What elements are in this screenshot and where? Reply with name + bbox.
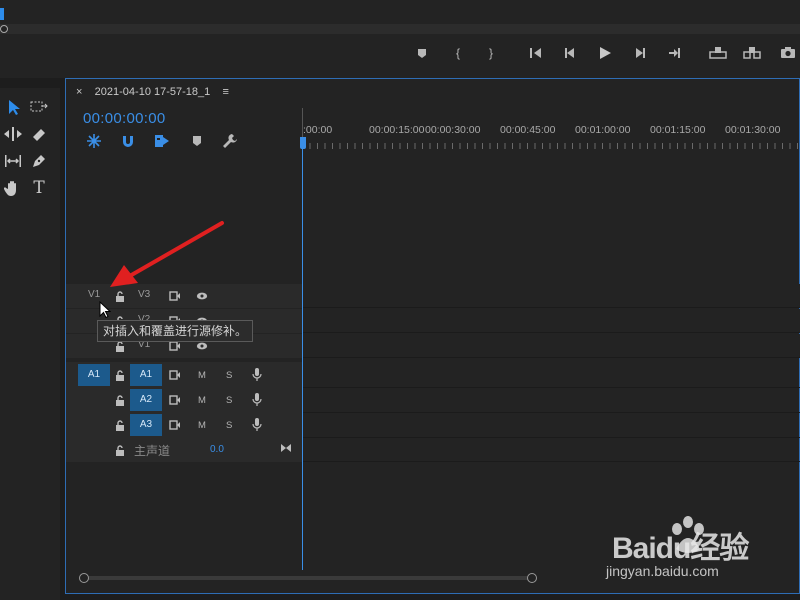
- solo-button[interactable]: S: [226, 395, 232, 406]
- track-target-a1[interactable]: A1: [130, 364, 162, 386]
- hand-tool-icon[interactable]: [2, 177, 24, 199]
- scroll-start-knob[interactable]: [79, 573, 89, 583]
- source-patch-v1[interactable]: V1: [88, 289, 100, 300]
- watermark-brand: Baidu经验: [612, 532, 749, 565]
- master-track-label: 主声道: [134, 444, 171, 458]
- export-frame-icon[interactable]: [780, 44, 796, 62]
- ruler-label: 00:01:15:00: [650, 124, 706, 136]
- track-header: A2 M S: [66, 388, 302, 413]
- playhead-timecode[interactable]: 00:00:00:00: [83, 110, 166, 127]
- annotation-arrow-icon: [110, 221, 224, 287]
- go-to-end-icon[interactable]: [280, 442, 292, 454]
- type-tool-icon[interactable]: T: [28, 177, 50, 199]
- track-header: [66, 438, 302, 462]
- mouse-cursor-icon: [99, 301, 111, 319]
- lock-icon[interactable]: [114, 419, 126, 431]
- selection-tool-icon[interactable]: [2, 96, 24, 118]
- tab-menu-icon[interactable]: ≡: [223, 86, 229, 98]
- track-target-a3[interactable]: A3: [130, 414, 162, 436]
- track-row-a3: A3 M S: [66, 413, 800, 438]
- play-icon[interactable]: [597, 44, 613, 62]
- pen-tool-icon[interactable]: [28, 150, 50, 172]
- track-header: A3 M S: [66, 413, 302, 438]
- linked-selection-icon[interactable]: [153, 133, 171, 149]
- monitor-scrub-knob[interactable]: [0, 25, 8, 33]
- razor-tool-icon[interactable]: [28, 123, 50, 145]
- lift-icon[interactable]: [708, 44, 728, 62]
- ruler-label: 00:00:30:00: [425, 124, 481, 136]
- mute-button[interactable]: M: [198, 370, 206, 381]
- ruler-label: :00:00: [303, 124, 333, 136]
- track-row-a2: A2 M S: [66, 388, 800, 413]
- slip-tool-icon[interactable]: [2, 150, 24, 172]
- lock-icon[interactable]: [114, 444, 126, 456]
- playhead-line[interactable]: [302, 140, 303, 570]
- ruler-label: 00:00:15:00: [369, 124, 425, 136]
- microphone-icon[interactable]: [251, 418, 263, 431]
- sync-lock-icon[interactable]: [169, 419, 181, 431]
- step-forward-icon[interactable]: [632, 44, 648, 62]
- playhead-handle[interactable]: [300, 137, 306, 149]
- monitor-playhead[interactable]: [0, 8, 4, 20]
- track-select-tool-icon[interactable]: [28, 96, 50, 118]
- track-header: A1 A1 M S: [66, 362, 302, 388]
- sequence-tab[interactable]: × 2021-04-10 17-57-18_1 ≡: [76, 84, 229, 100]
- sync-lock-icon[interactable]: [169, 369, 181, 381]
- ripple-edit-tool-icon[interactable]: [2, 123, 24, 145]
- solo-button[interactable]: S: [226, 370, 232, 381]
- horizontal-scrollbar[interactable]: [84, 576, 532, 580]
- sequence-tab-label: 2021-04-10 17-57-18_1: [94, 86, 211, 98]
- watermark-url: jingyan.baidu.com: [606, 563, 719, 579]
- track-row-master: [66, 438, 800, 462]
- program-monitor-panel: [0, 0, 800, 78]
- ruler-label: 00:01:30:00: [725, 124, 781, 136]
- mark-in-icon[interactable]: {: [452, 44, 464, 62]
- mark-out-icon[interactable]: }: [485, 44, 497, 62]
- nest-icon[interactable]: [85, 133, 103, 149]
- mute-button[interactable]: M: [198, 395, 206, 406]
- microphone-icon[interactable]: [251, 393, 263, 406]
- extract-icon[interactable]: [742, 44, 762, 62]
- tooltip: 对插入和覆盖进行源修补。: [97, 320, 254, 342]
- track-target-a2[interactable]: A2: [130, 389, 162, 411]
- microphone-icon[interactable]: [251, 368, 263, 381]
- scroll-end-knob[interactable]: [527, 573, 537, 583]
- lock-icon[interactable]: [114, 394, 126, 406]
- sync-lock-icon[interactable]: [169, 394, 181, 406]
- add-marker-timeline-icon[interactable]: [188, 133, 206, 149]
- ruler-ticks: [302, 143, 800, 149]
- source-patch-a1[interactable]: A1: [78, 364, 110, 386]
- ruler-label: 00:01:00:00: [575, 124, 631, 136]
- monitor-scrub-bar[interactable]: [0, 24, 800, 34]
- lock-icon[interactable]: [114, 369, 126, 381]
- go-to-out-icon[interactable]: [666, 44, 682, 62]
- master-volume-value[interactable]: 0.0: [210, 444, 224, 455]
- ruler-marker-line: [302, 108, 303, 140]
- mute-button[interactable]: M: [198, 420, 206, 431]
- solo-button[interactable]: S: [226, 420, 232, 431]
- timeline-settings-wrench-icon[interactable]: [221, 133, 239, 149]
- snap-icon[interactable]: [119, 133, 137, 149]
- step-back-icon[interactable]: [562, 44, 578, 62]
- tab-close-icon[interactable]: ×: [76, 86, 82, 98]
- go-to-in-icon[interactable]: [528, 44, 544, 62]
- track-row-a1: A1 A1 M S: [66, 362, 800, 388]
- ruler-label: 00:00:45:00: [500, 124, 556, 136]
- add-marker-icon[interactable]: [416, 44, 428, 62]
